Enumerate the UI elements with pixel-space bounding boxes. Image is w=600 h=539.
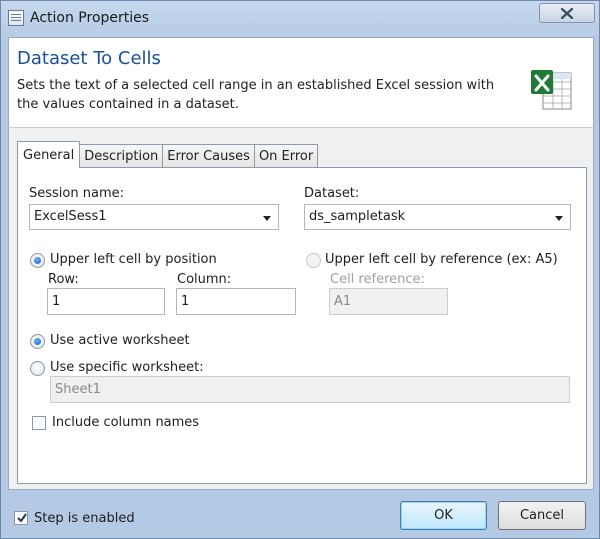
cancel-button[interactable]: Cancel xyxy=(498,501,586,530)
general-tab-panel: Session name: ExcelSess1 Dataset: ds_sam… xyxy=(17,167,587,484)
position-radio[interactable] xyxy=(30,253,45,268)
tab-bar: General Description Error Causes On Erro… xyxy=(17,141,319,168)
step-enabled-label[interactable]: Step is enabled xyxy=(34,511,135,526)
row-field[interactable] xyxy=(47,288,165,315)
window-app-icon xyxy=(8,10,24,26)
row-label: Row: xyxy=(48,272,79,287)
session-name-label: Session name: xyxy=(29,186,124,201)
action-description: Sets the text of a selected cell range i… xyxy=(17,78,495,112)
session-name-dropdown[interactable]: ExcelSess1 xyxy=(29,204,279,230)
step-enabled-checkbox[interactable] xyxy=(14,511,28,525)
dialog-header: Dataset To Cells Sets the text of a sele… xyxy=(8,37,594,127)
action-properties-dialog: Action Properties Dataset To Cells Sets … xyxy=(0,0,600,539)
dataset-dropdown[interactable]: ds_sampletask xyxy=(304,204,571,230)
window-title: Action Properties xyxy=(30,10,150,26)
close-button[interactable] xyxy=(539,3,595,23)
chevron-down-icon xyxy=(555,216,563,221)
specific-worksheet-label[interactable]: Use specific worksheet: xyxy=(50,360,204,375)
include-column-names-checkbox[interactable] xyxy=(32,416,46,430)
tab-general[interactable]: General xyxy=(17,141,81,168)
ok-button[interactable]: OK xyxy=(400,501,487,530)
close-icon xyxy=(561,7,573,19)
dataset-label: Dataset: xyxy=(304,186,360,201)
cell-reference-field[interactable] xyxy=(329,288,448,315)
specific-worksheet-input[interactable] xyxy=(51,377,569,402)
reference-option-label[interactable]: Upper left cell by reference (ex: A5) xyxy=(325,252,558,267)
checkmark-icon xyxy=(17,513,27,523)
session-name-value: ExcelSess1 xyxy=(34,209,107,224)
dialog-body: General Description Error Causes On Erro… xyxy=(8,127,594,490)
tab-on-error[interactable]: On Error xyxy=(253,144,319,168)
row-input[interactable] xyxy=(48,289,164,314)
column-input[interactable] xyxy=(177,289,295,314)
tab-error-causes[interactable]: Error Causes xyxy=(162,144,255,168)
position-option-label[interactable]: Upper left cell by position xyxy=(50,252,217,267)
cell-reference-input[interactable] xyxy=(330,289,447,314)
cell-reference-label: Cell reference: xyxy=(330,272,425,287)
dataset-value: ds_sampletask xyxy=(309,209,406,224)
specific-worksheet-radio[interactable] xyxy=(30,361,45,376)
page-title: Dataset To Cells xyxy=(17,48,161,69)
include-column-names-label[interactable]: Include column names xyxy=(52,415,199,430)
title-bar[interactable]: Action Properties xyxy=(1,1,599,37)
active-worksheet-label[interactable]: Use active worksheet xyxy=(50,333,190,348)
column-label: Column: xyxy=(177,272,232,287)
excel-icon xyxy=(531,70,572,110)
tab-description[interactable]: Description xyxy=(79,144,164,168)
column-field[interactable] xyxy=(176,288,296,315)
reference-radio[interactable] xyxy=(306,253,321,268)
chevron-down-icon xyxy=(263,216,271,221)
active-worksheet-radio[interactable] xyxy=(30,334,45,349)
specific-worksheet-field[interactable] xyxy=(50,376,570,403)
